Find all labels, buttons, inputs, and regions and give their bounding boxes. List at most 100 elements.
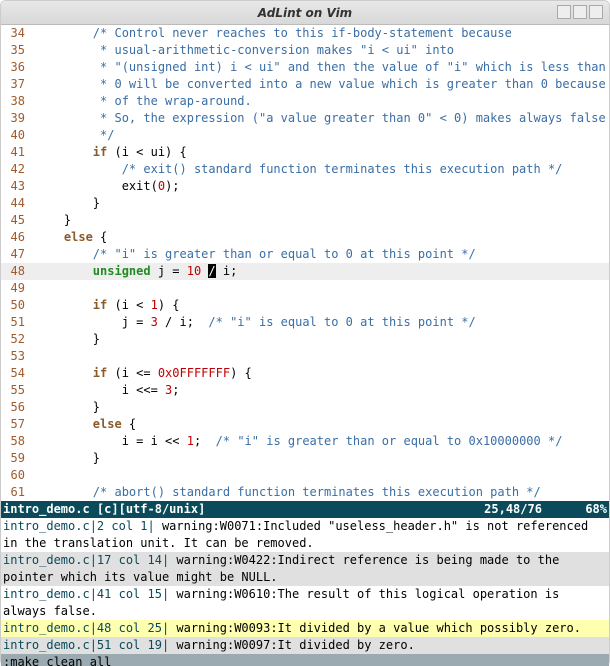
code-line[interactable]: 56 }	[1, 399, 609, 416]
code-text: unsigned j = 10 / i;	[35, 263, 609, 280]
code-text: }	[35, 399, 609, 416]
code-text: }	[35, 212, 609, 229]
command-line[interactable]: :make clean all	[1, 654, 609, 666]
quickfix-item[interactable]: intro_demo.c|2 col 1| warning:W0071:Incl…	[1, 518, 609, 552]
quickfix-location: intro_demo.c|51 col 19|	[3, 638, 169, 652]
code-line[interactable]: 46 else {	[1, 229, 609, 246]
code-line[interactable]: 54 if (i <= 0x0FFFFFFF) {	[1, 365, 609, 382]
status-line: intro_demo.c [c][utf-8/unix] 25,48/76 68…	[1, 501, 609, 518]
line-number: 44	[1, 195, 35, 212]
code-text	[35, 348, 609, 365]
editor-window: 34 /* Control never reaches to this if-b…	[1, 25, 609, 666]
code-line[interactable]: 34 /* Control never reaches to this if-b…	[1, 25, 609, 42]
code-text: * So, the expression ("a value greater t…	[35, 110, 609, 127]
code-line[interactable]: 59 }	[1, 450, 609, 467]
line-number: 53	[1, 348, 35, 365]
code-line[interactable]: 43 exit(0);	[1, 178, 609, 195]
code-area[interactable]: 34 /* Control never reaches to this if-b…	[1, 25, 609, 501]
line-number: 35	[1, 42, 35, 59]
code-text: /* Control never reaches to this if-body…	[35, 25, 609, 42]
code-line[interactable]: 49	[1, 280, 609, 297]
line-number: 43	[1, 178, 35, 195]
quickfix-location: intro_demo.c|41 col 15|	[3, 587, 169, 601]
minimize-button[interactable]	[557, 5, 571, 19]
line-number: 36	[1, 59, 35, 76]
code-text: }	[35, 450, 609, 467]
line-number: 47	[1, 246, 35, 263]
code-line[interactable]: 36 * "(unsigned int) i < ui" and then th…	[1, 59, 609, 76]
text-cursor: /	[208, 264, 215, 278]
code-line[interactable]: 47 /* "i" is greater than or equal to 0 …	[1, 246, 609, 263]
quickfix-item[interactable]: intro_demo.c|17 col 14| warning:W0422:In…	[1, 552, 609, 586]
code-line[interactable]: 38 * of the wrap-around.	[1, 93, 609, 110]
line-number: 46	[1, 229, 35, 246]
line-number: 50	[1, 297, 35, 314]
code-text: /* "i" is greater than or equal to 0 at …	[35, 246, 609, 263]
quickfix-item[interactable]: intro_demo.c|51 col 19| warning:W0097:It…	[1, 637, 609, 654]
code-text: exit(0);	[35, 178, 609, 195]
code-line[interactable]: 45 }	[1, 212, 609, 229]
code-line[interactable]: 53	[1, 348, 609, 365]
quickfix-item[interactable]: intro_demo.c|41 col 15| warning:W0610:Th…	[1, 586, 609, 620]
code-text: }	[35, 195, 609, 212]
code-text: */	[35, 127, 609, 144]
line-number: 58	[1, 433, 35, 450]
code-text: if (i < ui) {	[35, 144, 609, 161]
code-text: if (i <= 0x0FFFFFFF) {	[35, 365, 609, 382]
code-text: else {	[35, 229, 609, 246]
code-text: if (i < 1) {	[35, 297, 609, 314]
code-text	[35, 280, 609, 297]
code-text: }	[35, 331, 609, 348]
code-text: * 0 will be converted into a new value w…	[35, 76, 609, 93]
line-number: 55	[1, 382, 35, 399]
line-number: 45	[1, 212, 35, 229]
line-number: 37	[1, 76, 35, 93]
status-position: 25,48/76 68%	[484, 501, 607, 518]
code-text: * "(unsigned int) i < ui" and then the v…	[35, 59, 609, 76]
code-line[interactable]: 58 i = i << 1; /* "i" is greater than or…	[1, 433, 609, 450]
quickfix-message: warning:W0093:It divided by a value whic…	[169, 621, 581, 635]
line-number: 38	[1, 93, 35, 110]
code-text: i = i << 1; /* "i" is greater than or eq…	[35, 433, 609, 450]
code-line[interactable]: 52 }	[1, 331, 609, 348]
code-line[interactable]: 55 i <<= 3;	[1, 382, 609, 399]
code-line[interactable]: 60	[1, 467, 609, 484]
code-line[interactable]: 42 /* exit() standard function terminate…	[1, 161, 609, 178]
line-number: 39	[1, 110, 35, 127]
code-text: else {	[35, 416, 609, 433]
quickfix-location: intro_demo.c|48 col 25|	[3, 621, 169, 635]
line-number: 49	[1, 280, 35, 297]
line-number: 56	[1, 399, 35, 416]
code-line[interactable]: 48 unsigned j = 10 / i;	[1, 263, 609, 280]
code-line[interactable]: 37 * 0 will be converted into a new valu…	[1, 76, 609, 93]
line-number: 61	[1, 484, 35, 501]
code-text: /* abort() standard function terminates …	[35, 484, 609, 501]
maximize-button[interactable]	[573, 5, 587, 19]
code-text: * of the wrap-around.	[35, 93, 609, 110]
quickfix-location: intro_demo.c|2 col 1|	[3, 519, 155, 533]
code-line[interactable]: 51 j = 3 / i; /* "i" is equal to 0 at th…	[1, 314, 609, 331]
line-number: 41	[1, 144, 35, 161]
quickfix-item[interactable]: intro_demo.c|48 col 25| warning:W0093:It…	[1, 620, 609, 637]
code-line[interactable]: 57 else {	[1, 416, 609, 433]
code-line[interactable]: 39 * So, the expression ("a value greate…	[1, 110, 609, 127]
window-titlebar[interactable]: AdLint on Vim	[1, 1, 609, 25]
line-number: 51	[1, 314, 35, 331]
line-number: 59	[1, 450, 35, 467]
line-number: 34	[1, 25, 35, 42]
line-number: 40	[1, 127, 35, 144]
quickfix-list[interactable]: intro_demo.c|2 col 1| warning:W0071:Incl…	[1, 518, 609, 654]
code-line[interactable]: 41 if (i < ui) {	[1, 144, 609, 161]
code-line[interactable]: 61 /* abort() standard function terminat…	[1, 484, 609, 501]
window-buttons	[557, 5, 603, 19]
close-button[interactable]	[589, 5, 603, 19]
line-number: 52	[1, 331, 35, 348]
code-line[interactable]: 50 if (i < 1) {	[1, 297, 609, 314]
line-number: 60	[1, 467, 35, 484]
code-line[interactable]: 44 }	[1, 195, 609, 212]
line-number: 42	[1, 161, 35, 178]
code-line[interactable]: 35 * usual-arithmetic-conversion makes "…	[1, 42, 609, 59]
code-text: * usual-arithmetic-conversion makes "i <…	[35, 42, 609, 59]
quickfix-location: intro_demo.c|17 col 14|	[3, 553, 169, 567]
code-line[interactable]: 40 */	[1, 127, 609, 144]
